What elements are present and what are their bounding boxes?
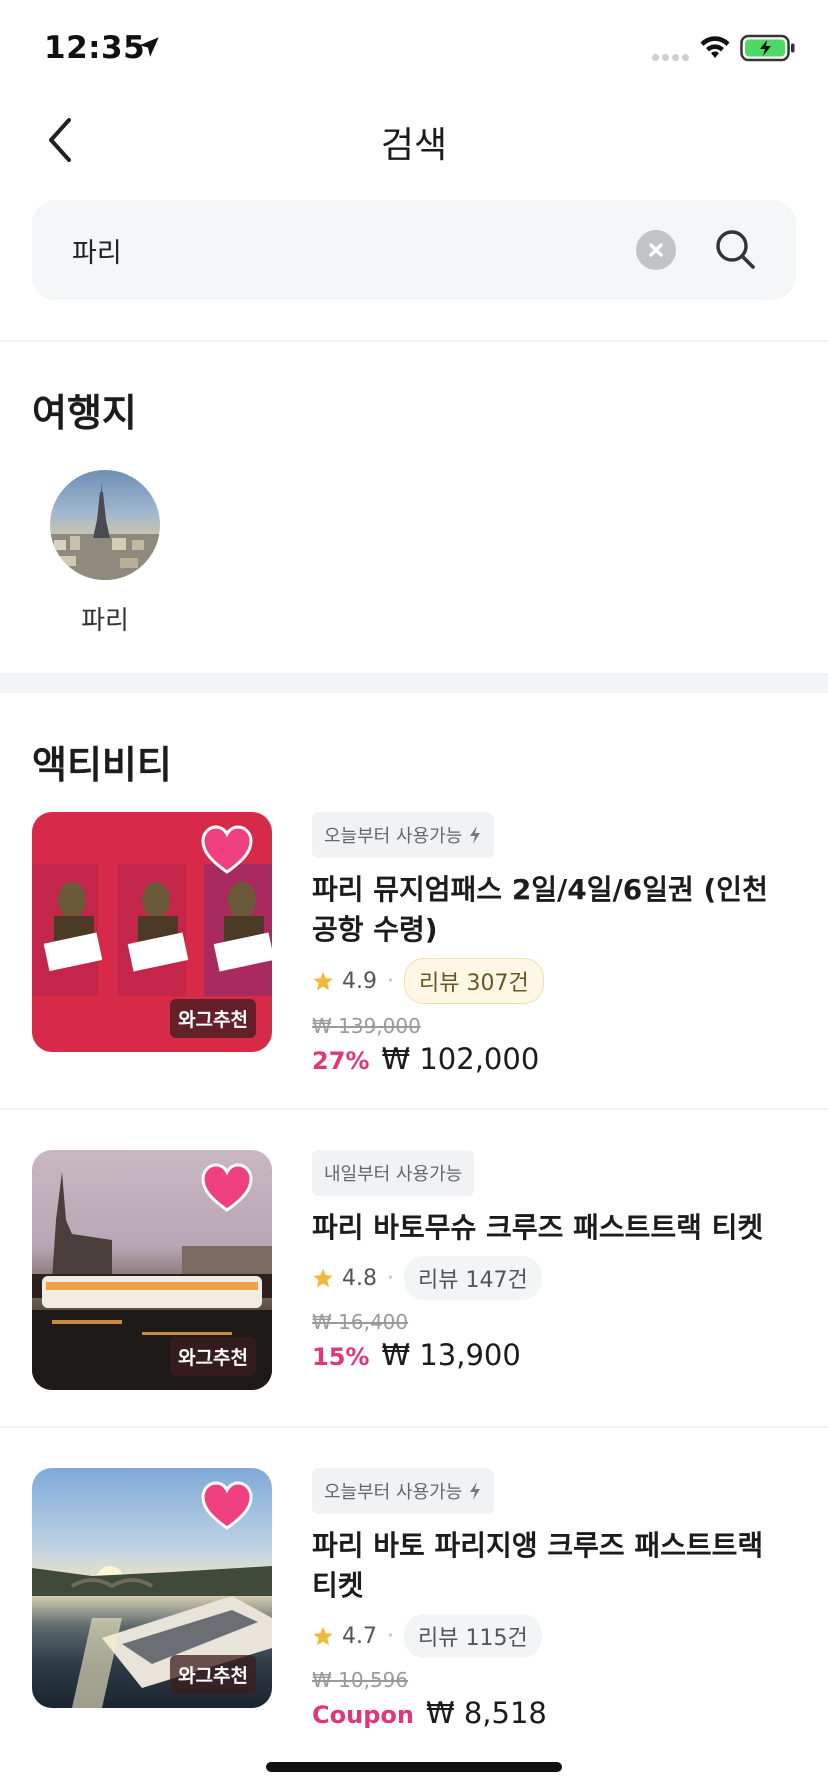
discount-label: 27% bbox=[312, 1047, 370, 1075]
activity-title: 파리 뮤지엄패스 2일/4일/6일권 (인천공항 수령) bbox=[312, 873, 768, 946]
activity-title: 파리 바토무슈 크루즈 패스트트랙 티켓 bbox=[312, 1211, 764, 1244]
heart-icon[interactable] bbox=[200, 1162, 254, 1214]
activity-info: 오늘부터 사용가능 파리 뮤지엄패스 2일/4일/6일권 (인천공항 수령) 4… bbox=[312, 812, 792, 1076]
availability-badge: 오늘부터 사용가능 bbox=[312, 812, 495, 858]
app-header: 검색 bbox=[0, 100, 828, 188]
paris-destination-image bbox=[50, 470, 160, 580]
search-bar bbox=[32, 200, 796, 300]
activities-section-title: 액티비티 bbox=[32, 743, 172, 787]
close-icon bbox=[649, 243, 663, 257]
section-divider bbox=[0, 673, 828, 693]
activity-image-museum-pass: 와그추천 bbox=[32, 812, 272, 1052]
wifi-icon bbox=[700, 36, 730, 58]
rating-value: 4.8 bbox=[342, 1265, 377, 1291]
clear-search-button[interactable] bbox=[636, 230, 676, 270]
review-count[interactable]: 리뷰 115건 bbox=[404, 1614, 542, 1658]
cellular-signal-icon bbox=[652, 54, 689, 61]
activity-card[interactable]: 와그추천 오늘부터 사용가능 파리 뮤지엄패스 2일/4일/6일권 (인천공항 … bbox=[0, 812, 828, 1076]
original-price: ₩ 139,000 bbox=[312, 1014, 421, 1038]
discount-label: Coupon bbox=[312, 1701, 414, 1729]
rating-row: 4.9 · 리뷰 307건 bbox=[312, 958, 792, 1004]
home-indicator bbox=[266, 1762, 562, 1772]
star-icon bbox=[313, 971, 333, 991]
recommended-badge: 와그추천 bbox=[170, 999, 256, 1038]
destination-item-paris[interactable]: 파리 bbox=[50, 470, 160, 637]
star-icon bbox=[313, 1268, 333, 1288]
review-count[interactable]: 리뷰 307건 bbox=[404, 958, 544, 1004]
rating-row: 4.8 · 리뷰 147건 bbox=[312, 1256, 792, 1300]
discount-label: 15% bbox=[312, 1343, 370, 1371]
sale-price: ₩ 13,900 bbox=[381, 1338, 521, 1372]
lightning-icon bbox=[470, 1482, 481, 1500]
availability-label: 내일부터 사용가능 bbox=[324, 1164, 463, 1185]
activity-info: 내일부터 사용가능 파리 바토무슈 크루즈 패스트트랙 티켓 4.8 · 리뷰 … bbox=[312, 1150, 792, 1372]
search-input[interactable] bbox=[72, 230, 612, 270]
separator-dot: · bbox=[387, 1623, 394, 1649]
original-price: ₩ 10,596 bbox=[312, 1668, 409, 1692]
recommended-badge: 와그추천 bbox=[170, 1337, 256, 1376]
lightning-icon bbox=[470, 826, 481, 844]
search-icon[interactable] bbox=[710, 224, 762, 276]
separator-dot: · bbox=[387, 968, 394, 994]
activity-title: 파리 바토 파리지앵 크루즈 패스트트랙 티켓 bbox=[312, 1529, 764, 1602]
divider bbox=[0, 340, 828, 342]
availability-label: 오늘부터 사용가능 bbox=[324, 826, 463, 847]
star-icon bbox=[313, 1626, 333, 1646]
sale-price: ₩ 102,000 bbox=[381, 1042, 540, 1076]
activity-card[interactable]: 와그추천 오늘부터 사용가능 파리 바토 파리지앵 크루즈 패스트트랙 티켓 4… bbox=[0, 1468, 828, 1730]
review-count[interactable]: 리뷰 147건 bbox=[404, 1256, 542, 1300]
rating-row: 4.7 · 리뷰 115건 bbox=[312, 1614, 792, 1658]
heart-icon[interactable] bbox=[200, 824, 254, 876]
availability-badge: 오늘부터 사용가능 bbox=[312, 1468, 495, 1514]
price-row: Coupon ₩ 8,518 bbox=[312, 1696, 792, 1730]
status-time: 12:35 bbox=[44, 30, 146, 66]
rating-value: 4.7 bbox=[342, 1623, 377, 1649]
separator-dot: · bbox=[387, 1265, 394, 1291]
availability-badge: 내일부터 사용가능 bbox=[312, 1150, 475, 1196]
activity-image-sunset-cruise: 와그추천 bbox=[32, 1468, 272, 1708]
sale-price: ₩ 8,518 bbox=[425, 1696, 547, 1730]
destinations-section-title: 여행지 bbox=[32, 391, 137, 435]
activity-image-evening-cruise: 와그추천 bbox=[32, 1150, 272, 1390]
availability-label: 오늘부터 사용가능 bbox=[324, 1482, 463, 1503]
rating-value: 4.9 bbox=[342, 968, 377, 994]
status-bar: 12:35 bbox=[0, 0, 828, 100]
recommended-badge: 와그추천 bbox=[170, 1655, 256, 1694]
original-price: ₩ 16,400 bbox=[312, 1310, 409, 1334]
activity-card[interactable]: 와그추천 내일부터 사용가능 파리 바토무슈 크루즈 패스트트랙 티켓 4.8 … bbox=[0, 1150, 828, 1390]
page-title: 검색 bbox=[380, 125, 448, 166]
battery-icon bbox=[740, 34, 795, 62]
price-row: 27% ₩ 102,000 bbox=[312, 1042, 792, 1076]
card-divider bbox=[0, 1426, 828, 1428]
card-divider bbox=[0, 1108, 828, 1110]
location-arrow-icon bbox=[139, 37, 159, 57]
activity-info: 오늘부터 사용가능 파리 바토 파리지앵 크루즈 패스트트랙 티켓 4.7 · … bbox=[312, 1468, 792, 1730]
price-row: 15% ₩ 13,900 bbox=[312, 1338, 792, 1372]
heart-icon[interactable] bbox=[200, 1480, 254, 1532]
destination-label: 파리 bbox=[81, 606, 129, 636]
